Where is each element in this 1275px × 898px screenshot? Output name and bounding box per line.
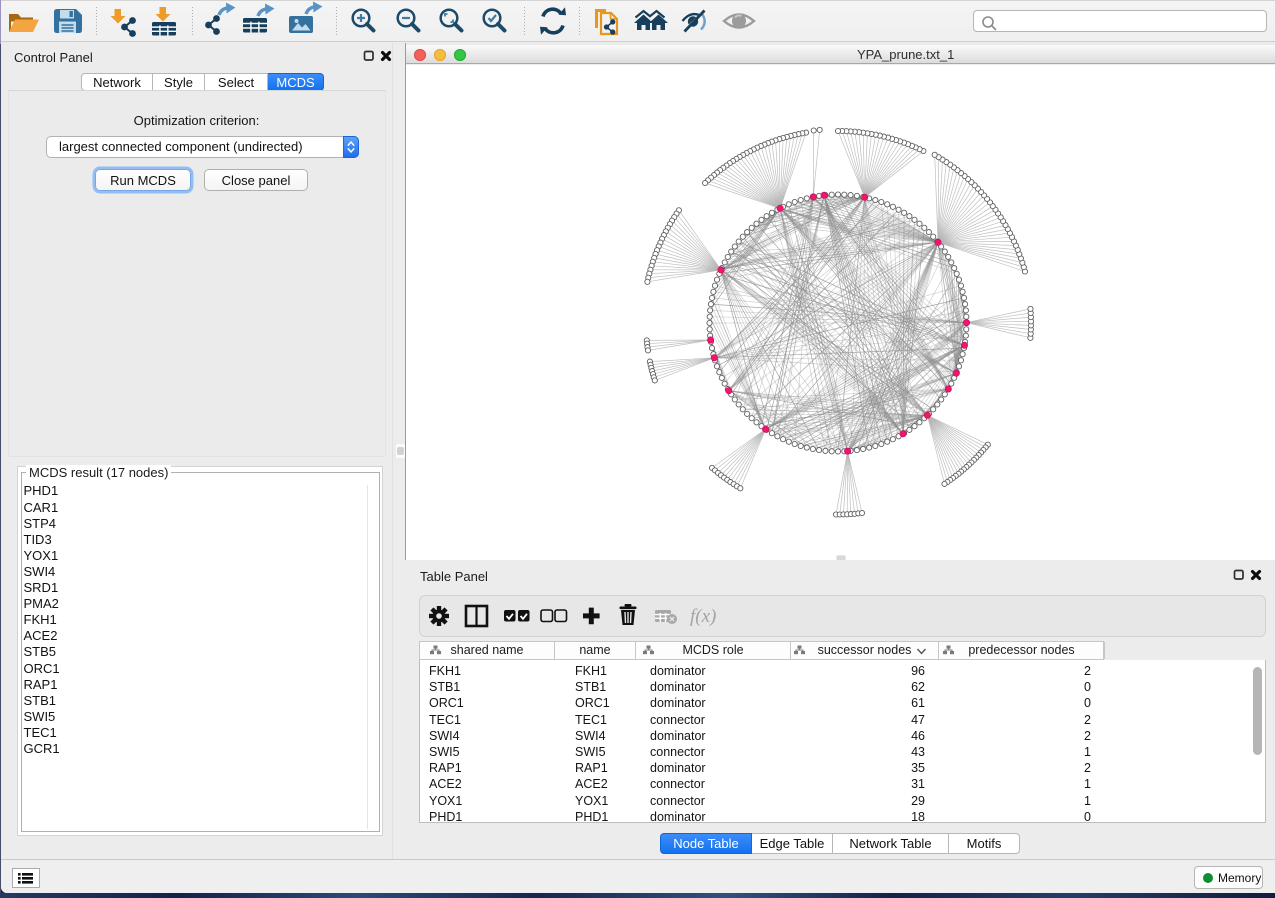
svg-text:f(x): f(x): [690, 606, 716, 627]
